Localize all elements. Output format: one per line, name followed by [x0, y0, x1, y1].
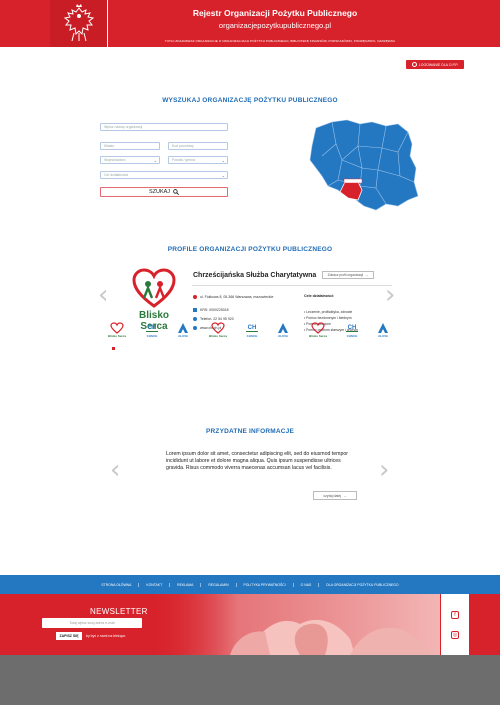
chevron-down-icon: ⌄ [221, 173, 225, 178]
partner-logo-label: ALIVIA [278, 334, 288, 338]
search-section-title: WYSZUKAJ ORGANIZACJĘ POŻYTKU PUBLICZNEGO [162, 97, 338, 104]
prev-arrow-icon[interactable]: ‹ [98, 282, 108, 308]
arrow-right-icon: → [365, 273, 369, 277]
next-arrow-icon[interactable]: › [385, 282, 395, 308]
address-row: ul. Fiołkowa 8, 05-366 Warszawa, mazowie… [193, 295, 273, 299]
search-icon [173, 189, 180, 195]
prev-arrow-icon[interactable]: ‹ [110, 457, 120, 483]
hands-heart-photo [150, 594, 440, 655]
svg-text:CH: CH [148, 325, 157, 331]
site-title: Rejestr Organizacji Pożytku Publicznego [192, 8, 358, 18]
login-button[interactable]: LOGOWANIE DLA O.P.P. [406, 60, 464, 69]
district-select[interactable]: Powiat / gmina ⌄ [168, 156, 228, 164]
site-url[interactable]: organizacjepozytkupublicznego.pl [150, 21, 400, 30]
partner-logo-label: CHSCH [346, 334, 358, 338]
useful-section-title: PRZYDATNE INFORMACJE [205, 428, 295, 435]
page-bottom-band [0, 655, 500, 705]
goal-select[interactable]: Cel działalności ⌄ [100, 171, 228, 179]
partner-logo[interactable]: CH CHSCH [242, 322, 262, 346]
partner-logo-label: Blisko Serca [208, 334, 227, 338]
partner-logo-label: Blisko Serca [107, 334, 126, 338]
partner-logo[interactable]: ALIVIA [273, 322, 293, 346]
partner-logo[interactable]: Blisko Serca [208, 322, 228, 346]
read-more-button[interactable]: czytaj dalej → [313, 491, 357, 500]
profiles-section-title: PROFILE ORGANIZACJI POŻYTKU PUBLICZNEGO [167, 246, 333, 253]
login-icon [411, 62, 417, 67]
org-name[interactable]: Chrześcijańska Służba Charytatywna [193, 272, 316, 279]
newsletter-note: by być z nami na bieżąco [86, 634, 126, 638]
site-tagline: TUTAJ ZNAJDZIESZ ORGANIZACJE O ORGANIZAC… [164, 39, 396, 43]
partner-logo-label: ALIVIA [178, 334, 188, 338]
footer-nav: STRONA GŁÓWNA KONTAKT REKLAMA REGULAMIN … [0, 575, 500, 594]
footer-link-privacy[interactable]: POLITYKA PRYWATNOŚCI [237, 582, 294, 587]
divider [192, 285, 392, 286]
facebook-icon[interactable]: f [451, 610, 459, 619]
city-input[interactable]: Miasto [100, 142, 160, 150]
partner-logo-label: CHSCH [146, 334, 158, 338]
partner-logo[interactable]: CH CHSCH [342, 322, 362, 346]
newsletter-email-input[interactable]: Tutaj wpisz swój adres e-mail [42, 618, 142, 628]
id-card-icon [193, 308, 197, 312]
partner-logo[interactable]: ALIVIA [373, 322, 393, 346]
site-header: Rejestr Organizacji Pożytku Publicznego … [0, 0, 500, 47]
chevron-down-icon: ⌄ [221, 158, 225, 163]
footer-link-terms[interactable]: REGULAMIN [201, 582, 237, 587]
voivodeship-select[interactable]: Województwo ⌄ [100, 156, 160, 164]
arrow-right-icon: → [343, 493, 347, 498]
login-label: LOGOWANIE DLA O.P.P. [418, 62, 459, 67]
partner-logo-label: CHSCH [246, 334, 258, 338]
location-pin-icon [193, 295, 197, 299]
goals-title: Cele działalności: [304, 294, 335, 298]
instagram-icon[interactable]: ◎ [451, 630, 459, 639]
newsletter-title: NEWSLETTER [90, 607, 148, 616]
partner-logo-label: ALIVIA [378, 334, 388, 338]
eagle-emblem-icon[interactable] [50, 0, 108, 47]
org-name-input[interactable]: Wpisz nazwę organizacji [100, 123, 228, 131]
partner-logo[interactable]: ALIVIA [173, 322, 193, 346]
phone-icon [193, 317, 197, 321]
goal-item: • Pomoc bezdomnym i biednym [304, 316, 352, 320]
next-arrow-icon[interactable]: › [379, 457, 389, 483]
svg-text:CH: CH [348, 325, 357, 331]
partner-logo[interactable]: Blisko Serca [107, 322, 127, 346]
footer-link-about[interactable]: O NAS [294, 582, 320, 587]
chevron-down-icon: ⌄ [153, 158, 157, 163]
poland-map[interactable] [302, 116, 422, 216]
krs-row: KRS: 0000225018 [193, 308, 229, 312]
article-excerpt: Lorem ipsum dolor sit amet, consectetur … [166, 451, 348, 471]
partner-logo[interactable]: Blisko Serca [308, 322, 328, 346]
social-bar: f ◎ [441, 594, 469, 655]
page: Rejestr Organizacji Pożytku Publicznego … [0, 0, 500, 705]
partner-logo-label: Blisko Serca [308, 334, 327, 338]
footer-link-home[interactable]: STRONA GŁÓWNA [94, 582, 140, 587]
postal-code-input[interactable]: Kod pocztowy [168, 142, 228, 150]
goal-item: • Leczenie, profilaktyka, zdrowie [304, 310, 353, 314]
footer-link-contact[interactable]: KONTAKT [139, 582, 171, 587]
footer-link-for-opp[interactable]: DLA ORGANIZACJI POŻYTKU PUBLICZNEGO [319, 583, 405, 587]
globe-icon [193, 326, 197, 330]
footer-link-ads[interactable]: REKLAMA [170, 582, 202, 587]
phone-row: Telefon: 22 54 95 920 [193, 317, 234, 321]
view-profile-button[interactable]: Zobacz profil organizacji → [322, 271, 374, 279]
blisko-serca-logo [132, 268, 176, 308]
svg-text:CH: CH [248, 325, 257, 331]
search-button[interactable]: SZUKAJ [100, 187, 228, 197]
carousel-indicator[interactable] [112, 347, 115, 350]
newsletter-subscribe-button[interactable]: ZAPISZ SIĘ [56, 632, 82, 640]
partner-logo[interactable]: CH CHSCH [142, 322, 162, 346]
